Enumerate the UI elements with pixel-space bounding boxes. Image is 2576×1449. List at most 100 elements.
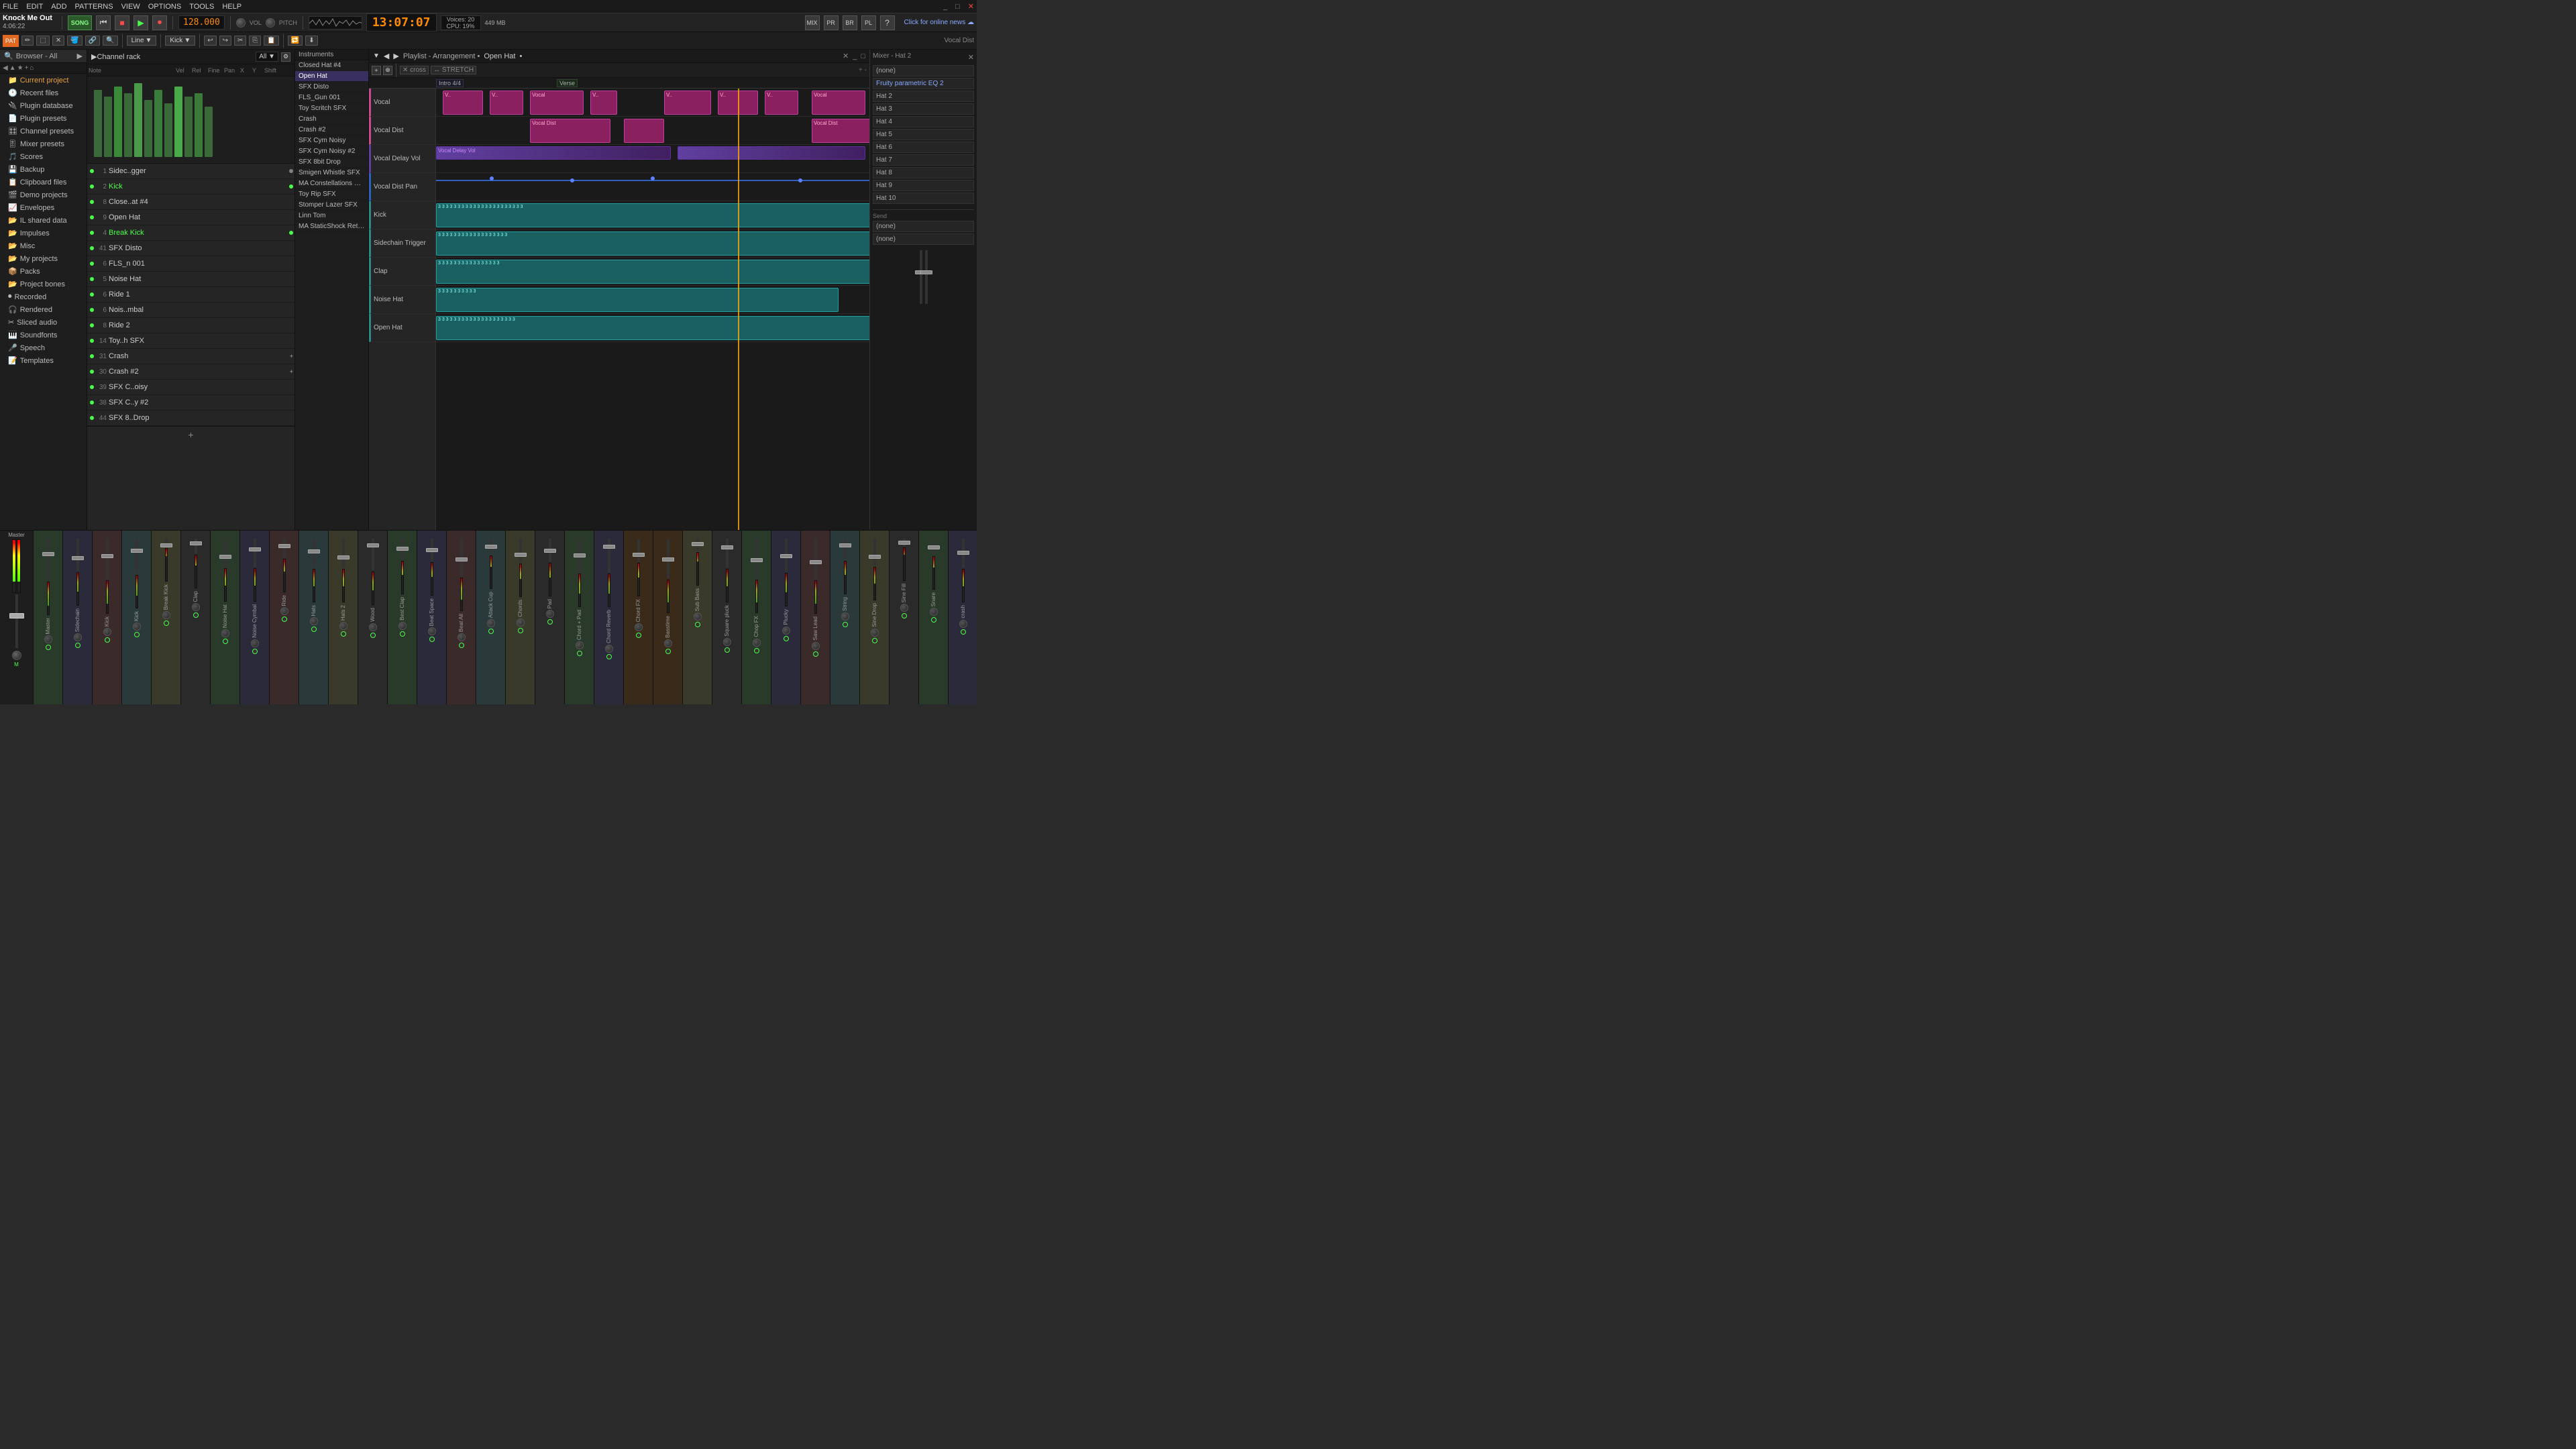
minimize-btn[interactable]: _	[943, 3, 947, 11]
ch-send-btn-26[interactable]	[813, 651, 818, 657]
ch-pan-knob-2[interactable]	[103, 628, 111, 636]
ch-fader-3[interactable]	[136, 539, 138, 574]
link-tool[interactable]: 🔗	[85, 36, 100, 46]
pattern-vocal-3[interactable]: Vocal	[530, 91, 584, 115]
ch-fader-knob-23[interactable]	[721, 545, 733, 549]
mixer-send-2[interactable]: (none)	[873, 233, 974, 245]
paste-btn[interactable]: 📋	[264, 36, 278, 46]
inst-stomper-lazer[interactable]: Stomper Lazer SFX	[295, 200, 368, 211]
ch-send-btn-31[interactable]	[961, 629, 966, 635]
ch-send-btn-4[interactable]	[164, 621, 169, 626]
mixer-send-1[interactable]: (none)	[873, 221, 974, 232]
pattern-btn[interactable]: PAT	[3, 35, 19, 47]
channel-row-sfx8drop[interactable]: 44 SFX 8..Drop	[87, 411, 294, 426]
channel-row-sidec[interactable]: 1 Sidec..gger	[87, 164, 294, 179]
channel-row-breakkick[interactable]: 4 Break Kick	[87, 225, 294, 241]
ch-pan-knob-20[interactable]	[635, 623, 643, 631]
pattern-noisehat-1[interactable]: 3 3 3 3 3 3 3 3 3 3	[436, 288, 839, 312]
ch-fader-1[interactable]	[76, 539, 79, 571]
sidebar-item-rendered[interactable]: 🎧 Rendered	[0, 303, 87, 316]
paint-tool[interactable]: 🪣	[67, 36, 82, 46]
inst-linn-tom[interactable]: Linn Tom	[295, 211, 368, 221]
ch-send-btn-7[interactable]	[252, 649, 258, 654]
mixer-slot-hat6[interactable]: Hat 6	[873, 142, 974, 153]
ch-send-btn-3[interactable]	[134, 632, 140, 637]
ch-pan-knob-0[interactable]	[44, 635, 52, 643]
ch-pan-knob-16[interactable]	[517, 619, 525, 627]
sidebar-item-plugin-presets[interactable]: 📄 Plugin presets	[0, 112, 87, 125]
ch-fader-knob-21[interactable]	[662, 557, 674, 561]
menu-help[interactable]: HELP	[222, 3, 241, 11]
ch-fader-knob-24[interactable]	[751, 558, 763, 562]
pattern-vocal-8[interactable]: Vocal	[812, 91, 865, 115]
ch-pan-knob-9[interactable]	[310, 617, 318, 625]
inst-sfx-8bit[interactable]: SFX 8bit Drop	[295, 157, 368, 168]
mixer-slot-hat2[interactable]: Hat 2	[873, 91, 974, 102]
ch-pan-knob-12[interactable]	[398, 622, 407, 630]
mixer-slot-none1[interactable]: (none)	[873, 65, 974, 76]
ch-send-btn-21[interactable]	[665, 649, 671, 654]
ch-fader-13[interactable]	[431, 539, 433, 561]
ch-send-btn-15[interactable]	[488, 629, 494, 634]
ch-send-btn-19[interactable]	[606, 654, 612, 659]
ch-fader-knob-13[interactable]	[426, 548, 438, 552]
channel-row-ride2[interactable]: 8 Ride 2	[87, 318, 294, 333]
nav-star-btn[interactable]: ★	[17, 64, 23, 72]
ch-fader-knob-10[interactable]	[337, 555, 350, 559]
ch-fader-9[interactable]	[313, 539, 315, 568]
ch-pan-knob-6[interactable]	[221, 629, 229, 637]
master-fader-knob[interactable]	[9, 613, 24, 619]
crash-add-btn[interactable]: +	[290, 353, 293, 360]
sidebar-item-sliced-audio[interactable]: ✂ Sliced audio	[0, 316, 87, 329]
ch-pan-knob-25[interactable]	[782, 627, 790, 635]
ch-fader-25[interactable]	[785, 539, 788, 572]
pattern-clap-full[interactable]: 3 3 3 3 3 3 3 3 3 3 3 3 3 3 3 3	[436, 260, 869, 284]
ch-pan-knob-17[interactable]	[546, 610, 554, 618]
pattern-sidechain-full[interactable]: 3 3 3 3 3 3 3 3 3 3 3 3 3 3 3 3 3 3	[436, 231, 869, 256]
plugin-btn[interactable]: PL	[861, 15, 876, 30]
ch-pan-knob-1[interactable]	[74, 633, 82, 641]
ch-pan-knob-30[interactable]	[930, 608, 938, 616]
ch-fader-5[interactable]	[195, 539, 197, 553]
sidebar-item-recorded[interactable]: ⏺ Recorded	[0, 290, 87, 303]
sidebar-item-demo[interactable]: 🎬 Demo projects	[0, 189, 87, 201]
inst-fls-gun[interactable]: FLS_Gun 001	[295, 93, 368, 103]
inst-smigen-whistle[interactable]: Smigen Whistle SFX	[295, 168, 368, 178]
ch-pan-knob-15[interactable]	[487, 619, 495, 627]
mixer-slot-hat9[interactable]: Hat 9	[873, 180, 974, 191]
crash2-add-btn[interactable]: +	[290, 368, 293, 375]
channel-filter-selector[interactable]: All ▼	[256, 52, 278, 62]
ch-send-btn-24[interactable]	[754, 648, 759, 653]
inst-open-hat[interactable]: Open Hat	[295, 71, 368, 82]
ch-pan-knob-31[interactable]	[959, 620, 967, 628]
auto-marker-4[interactable]	[798, 178, 802, 182]
close-btn[interactable]: ✕	[968, 2, 974, 11]
track-label-noise-hat[interactable]: Noise Hat	[369, 286, 435, 314]
sidebar-item-mixer-presets[interactable]: 🎚 Mixer presets	[0, 138, 87, 150]
ch-fader-knob-5[interactable]	[190, 541, 202, 545]
ch-fader-10[interactable]	[342, 539, 345, 568]
nav-plus-btn[interactable]: +	[25, 64, 29, 72]
ch-pan-knob-27[interactable]	[841, 612, 849, 621]
ch-fader-knob-12[interactable]	[396, 547, 409, 551]
pl-zoom-out[interactable]: -	[865, 66, 867, 74]
pattern-vocal-5[interactable]: V..	[664, 91, 711, 115]
pl-add-btn[interactable]: +	[372, 66, 381, 75]
inst-crash[interactable]: Crash	[295, 114, 368, 125]
pattern-kick-full[interactable]: 3 3 3 3 3 3 3 3 3 3 3 3 3 3 3 3 3 3 3 3 …	[436, 203, 869, 227]
ch-fader-17[interactable]	[549, 539, 551, 561]
ch-pan-knob-5[interactable]	[192, 603, 200, 611]
ch-send-btn-16[interactable]	[518, 628, 523, 633]
track-label-open-hat[interactable]: Open Hat	[369, 314, 435, 342]
ch-fader-14[interactable]	[460, 539, 463, 576]
inst-toy-scritch[interactable]: Toy Scritch SFX	[295, 103, 368, 114]
ch-pan-knob-21[interactable]	[664, 639, 672, 647]
pattern-vdist-3[interactable]: Vocal Dist	[812, 119, 869, 143]
ch-send-btn-23[interactable]	[724, 647, 730, 653]
mixer-slot-hat10[interactable]: Hat 10	[873, 193, 974, 204]
sidebar-item-packs[interactable]: 📦 Packs	[0, 265, 87, 278]
menu-edit[interactable]: EDIT	[26, 3, 43, 11]
ch-pan-knob-29[interactable]	[900, 604, 908, 612]
loop-btn[interactable]: 🔁	[288, 36, 303, 46]
master-fader-track[interactable]	[15, 594, 18, 648]
